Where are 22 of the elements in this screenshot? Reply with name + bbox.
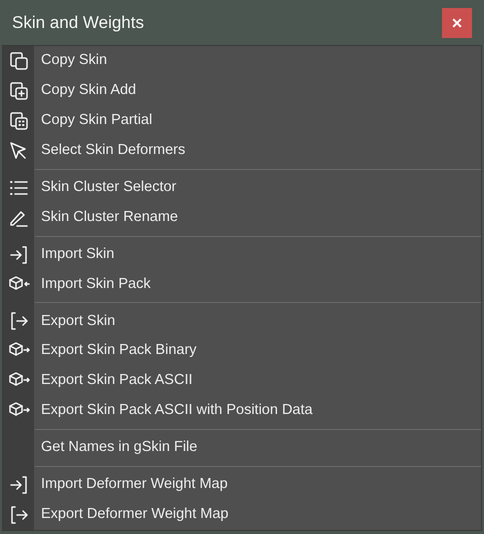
menu-item[interactable]: Export Skin <box>41 310 116 332</box>
menu-item[interactable]: Skin Cluster Selector <box>41 176 176 199</box>
window-title: Skin and Weights <box>12 12 144 34</box>
menu-item[interactable]: Import Skin <box>41 244 114 266</box>
copy-icon <box>8 50 30 72</box>
menu-item[interactable]: Export Deformer Weight Map <box>41 504 228 526</box>
menu-item[interactable]: Import Deformer Weight Map <box>41 474 228 496</box>
copy-plus-icon <box>8 80 30 102</box>
menu-item[interactable]: Import Skin Pack <box>41 274 151 296</box>
menu-item[interactable]: Export Skin Pack Binary <box>41 340 197 362</box>
copy-grid-icon <box>8 110 30 132</box>
menu-item[interactable]: Skin Cluster Rename <box>41 206 178 229</box>
import-icon <box>8 474 30 496</box>
import-icon <box>8 244 30 266</box>
menu-item[interactable]: Get Names in gSkin File <box>41 437 198 460</box>
menu-item[interactable]: Copy Skin Add <box>41 80 136 102</box>
menu-item[interactable]: Select Skin Deformers <box>41 140 186 162</box>
close-button[interactable]: × <box>442 8 472 38</box>
menu-item[interactable]: Export Skin Pack ASCII with Position Data <box>41 400 313 422</box>
menu-item[interactable]: Copy Skin Partial <box>41 110 152 132</box>
menu-item[interactable]: Copy Skin <box>41 50 108 72</box>
menu-item[interactable]: Export Skin Pack ASCII <box>41 370 193 392</box>
